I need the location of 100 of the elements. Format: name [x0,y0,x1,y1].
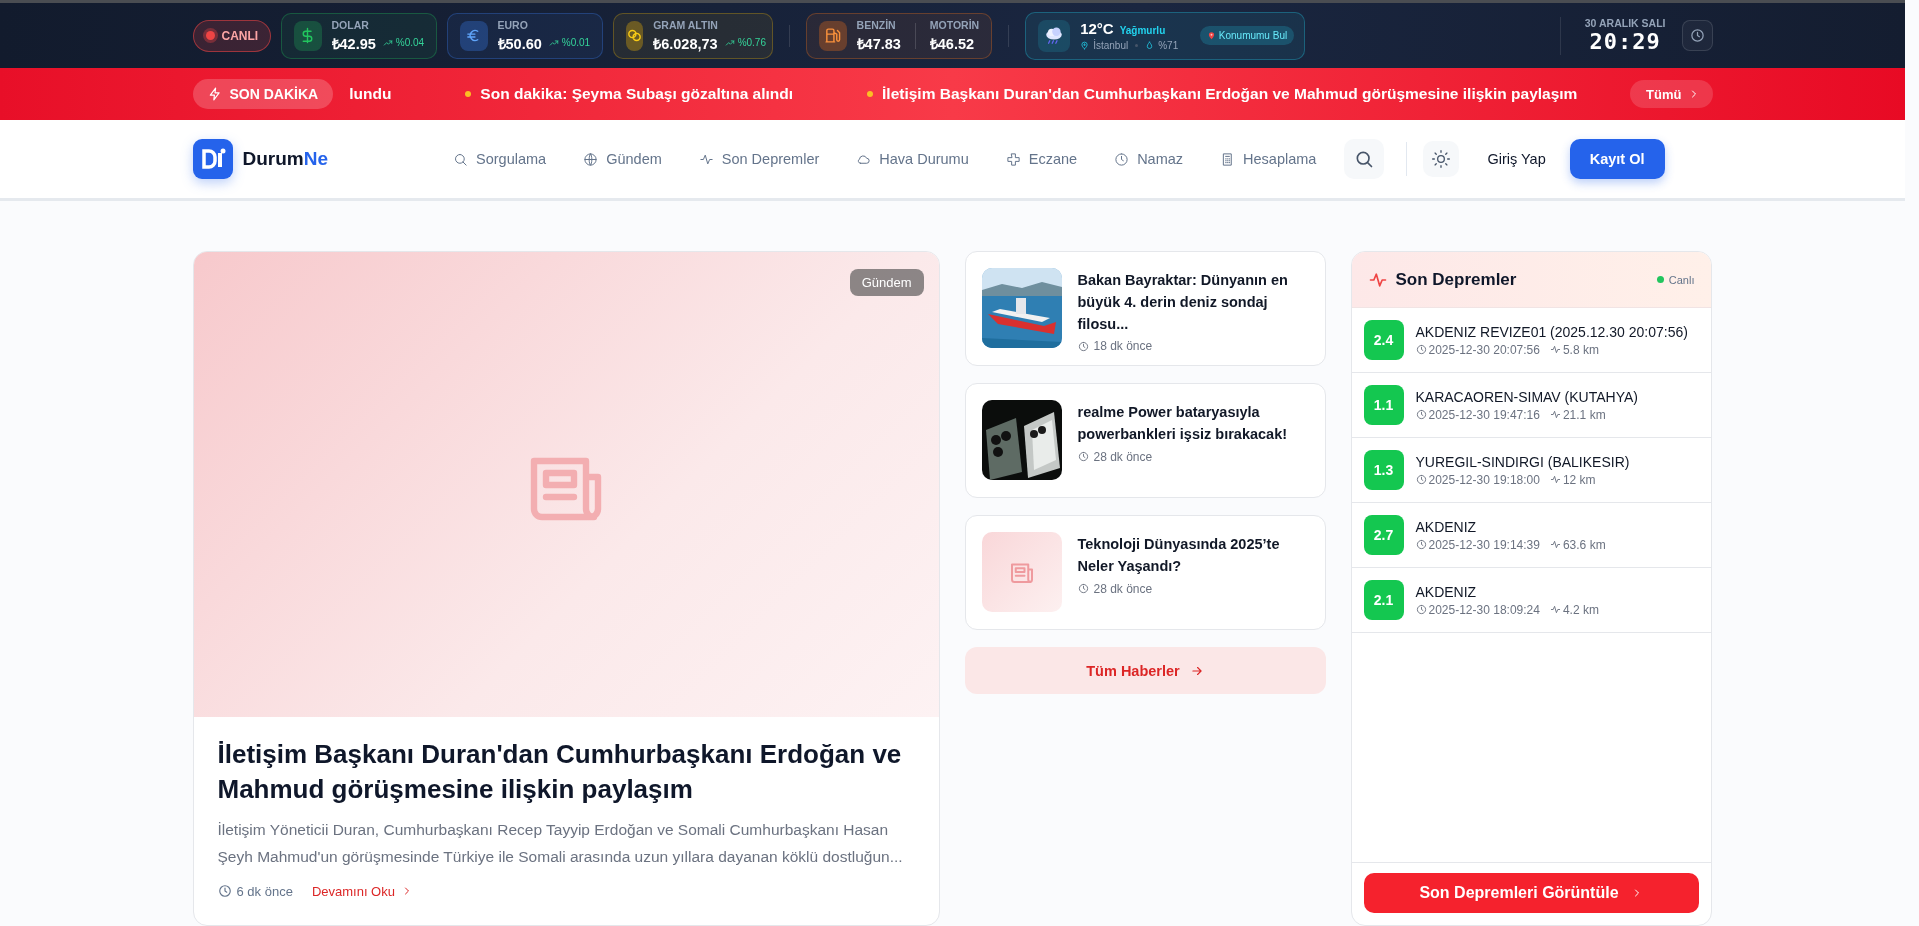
rate-label: EURO [497,18,529,31]
rate-value: ₺50.60 [497,34,542,53]
clock-icon [1077,583,1089,594]
clock-icon [1415,474,1427,485]
earthquake-location: AKDENIZ REVIZE01 (2025.12.30 20:07:56) [1415,323,1688,340]
nav-link[interactable]: Son Depremler [698,151,820,167]
city-name: İstanbul [1093,40,1129,51]
pulse-icon [1549,604,1561,615]
clock-icon [1689,28,1705,43]
earthquake-depth: 4.2 km [1562,602,1599,617]
pulse-icon [1549,539,1561,550]
clock-icon [1415,604,1427,615]
pulse-icon [1549,344,1561,355]
published-time: 18 dk önce [1093,339,1153,354]
nav-link[interactable]: Namaz [1114,151,1184,167]
cross-icon [1005,151,1021,167]
temperature: 12°C [1080,20,1114,37]
fuel-pump-icon [824,27,842,44]
clock-icon [1415,539,1427,550]
news-card[interactable]: Bakan Bayraktar: Dünyanın en büyük 4. derin deniz sondaj filosu... 18 dk önce [964,251,1326,366]
earthquake-row[interactable]: 1.1 KARACAOREN-SIMAV (KUTAHYA) 2025-12-30 19:47:16 21.1 km [1351,373,1711,438]
news-title[interactable]: Bakan Bayraktar: Dünyanın en büyük 4. derin deniz sondaj filosu... [1077,270,1309,336]
humidity: %71 [1158,40,1179,51]
news-title[interactable]: Teknoloji Dünyasında 2025’te Neler Yaşandı? [1077,534,1309,578]
news-title[interactable]: realme Power bataryasıyla powerbankleri işsiz bırakacak! [1077,402,1309,446]
earthquake-time: 2025-12-30 19:47:16 [1428,407,1540,422]
read-more-link[interactable]: Devamını Oku [311,883,413,899]
login-link[interactable]: Giriş Yap [1487,151,1546,167]
ticker-headline[interactable]: Son dakika: Şeyma Subaşı gözaltına alındı [465,85,794,103]
breaking-news-badge: SON DAKİKA [192,79,334,109]
trend-up-icon [382,37,393,48]
logo-icon[interactable] [192,139,233,179]
clock-time: 20:29 [1589,29,1661,54]
theme-toggle-button[interactable] [1423,141,1460,177]
rate-value: ₺6.028,73 [653,34,718,53]
featured-news-card[interactable] [192,251,940,926]
magnitude-badge: 2.4 [1363,320,1404,360]
news-card[interactable]: realme Power bataryasıyla powerbankleri işsiz bırakacak! 28 dk önce [964,383,1326,498]
search-icon [453,151,469,167]
rate-change: %0.04 [395,37,425,48]
clock-icon [1077,451,1089,462]
earthquake-depth: 12 km [1562,472,1596,487]
search-icon [1354,149,1375,169]
rate-label: DOLAR [331,18,370,31]
earthquake-location: AKDENIZ [1415,518,1478,535]
ticker-headline[interactable]: lundu [349,85,392,103]
all-news-button[interactable]: Tüm Haberler [964,647,1326,694]
fuel-price: ₺46.52 [929,34,976,53]
published-time: 28 dk önce [1093,449,1153,464]
logo-text[interactable]: DurumNe [242,148,329,170]
fuel-price: ₺47.83 [856,34,901,53]
live-badge: CANLI [192,19,272,52]
nav-link[interactable]: Eczane [1005,151,1078,167]
all-news-button[interactable]: Tümü [1630,80,1713,108]
pulse-icon [1549,409,1561,420]
clock-icon [217,884,232,899]
magnitude-badge: 2.1 [1363,580,1404,620]
trend-up-icon [548,37,559,48]
news-summary: İletişim Yöneticii Duran, Cumhurbaşkanı Recep Tayyip Erdoğan ve Somali Cumhurbaşkanı Hasan Şeyh Mahmud'un görüşmesinde Türkiye ile Somali arasında uzun yıllara dayanan köklü dostluğun... [217,820,904,867]
live-indicator: Canlı [1656,273,1695,286]
register-button[interactable]: Kayıt Ol [1569,139,1665,179]
clock-button[interactable] [1681,20,1713,51]
location-pin-icon [1080,41,1090,50]
magnitude-badge: 1.1 [1363,385,1404,425]
pulse-icon [1549,474,1561,485]
earthquake-row[interactable]: 2.7 AKDENIZ 2025-12-30 19:14:39 63.6 km [1351,503,1711,568]
nav-link[interactable]: Hava Durumu [856,151,969,167]
published-time: 6 dk önce [236,883,293,899]
earthquake-depth: 21.1 km [1562,407,1606,422]
magnitude-badge: 1.3 [1363,450,1404,490]
earthquake-row[interactable]: 2.4 AKDENIZ REVIZE01 (2025.12.30 20:07:56) 2025-12-30 20:07:56 5.8 km [1351,308,1711,373]
nav-link[interactable]: Gündem [583,151,662,167]
published-time: 28 dk önce [1093,581,1153,596]
news-card[interactable]: Teknoloji Dünyasında 2025’te Neler Yaşandı? 28 dk önce [964,515,1326,630]
earthquake-row[interactable]: 1.3 YUREGIL-SINDIRGI (BALIKESIR) 2025-12-30 19:18:00 12 km [1351,438,1711,503]
nav-link[interactable]: Hesaplama [1220,151,1317,167]
earthquake-row[interactable]: 2.1 AKDENIZ 2025-12-30 18:09:24 4.2 km [1351,568,1711,633]
earthquake-location: AKDENIZ [1415,583,1478,600]
weather-condition: Yağmurlu [1119,25,1166,36]
globe-icon [583,151,599,167]
nav-link[interactable]: Sorgulama [453,151,547,167]
date-label: 30 ARALIK SALI [1584,17,1666,29]
droplet-icon [1145,41,1155,50]
ticker-headline[interactable]: İletişim Başkanı Duran'dan Cumhurbaşkanı Erdoğan ve Mahmud görüşmesine ilişkin paylaşım [867,85,1578,103]
rate-change: %0.01 [561,37,591,48]
earthquake-time: 2025-12-30 19:14:39 [1428,537,1540,552]
category-badge: Gündem [849,269,924,296]
trend-up-icon [724,37,735,48]
clock-icon [1415,409,1427,420]
earthquake-time: 2025-12-30 19:18:00 [1428,472,1540,487]
headline[interactable]: İletişim Başkanı Duran'dan Cumhurbaşkanı Erdoğan ve Mahmud görüşmesine ilişkin paylaşım [217,737,915,808]
earthquake-depth: 5.8 km [1562,342,1599,357]
rate-value: ₺42.95 [331,34,376,53]
view-earthquakes-button[interactable]: Son Depremleri Görüntüle [1363,873,1699,913]
clock-icon [1077,340,1089,352]
panel-title: Son Depremler [1395,269,1517,290]
rate-label: GRAM ALTIN [653,18,719,31]
magnitude-badge: 2.7 [1363,515,1404,555]
find-location-button[interactable]: Konumumu Bul [1199,26,1295,45]
search-button[interactable] [1344,139,1385,179]
